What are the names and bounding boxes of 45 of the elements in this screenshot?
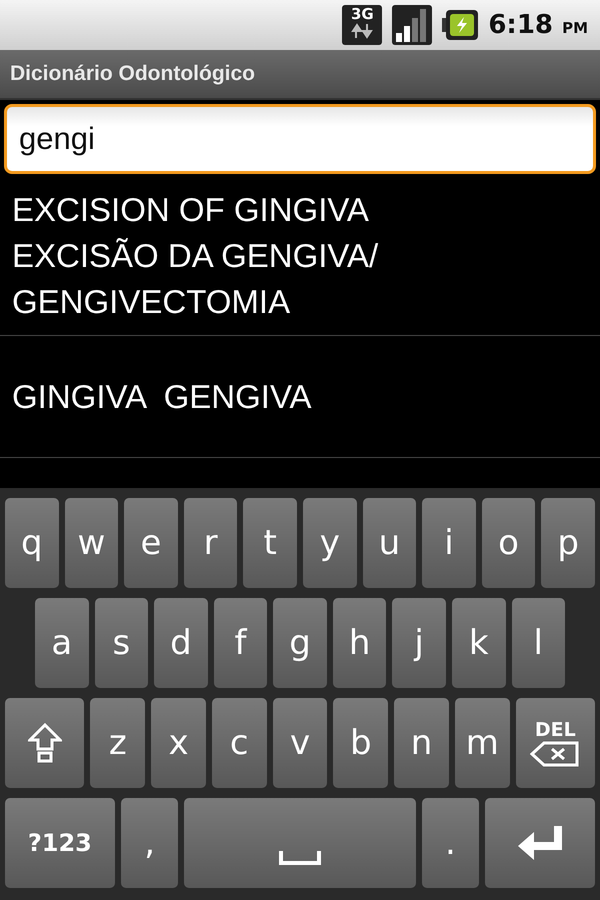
- key[interactable]: ,: [120, 798, 178, 888]
- signal-icon: [392, 5, 432, 45]
- key[interactable]: c: [212, 698, 267, 788]
- shift-key[interactable]: [5, 698, 84, 788]
- key[interactable]: g: [273, 598, 327, 688]
- key-label: DEL: [534, 719, 576, 741]
- key[interactable]: t: [243, 498, 297, 588]
- shift-icon: [28, 723, 62, 763]
- battery-icon: [442, 10, 478, 40]
- backspace-icon: [530, 741, 580, 767]
- enter-key[interactable]: [485, 798, 595, 888]
- key[interactable]: n: [394, 698, 449, 788]
- key[interactable]: z: [90, 698, 146, 788]
- key[interactable]: r: [184, 498, 238, 588]
- key[interactable]: l: [512, 598, 566, 688]
- result-row[interactable]: EXCISION OF GINGIVA EXCISÃO DA GENGIVA/ GENGIVECTOMIA: [0, 176, 600, 336]
- key[interactable]: m: [454, 698, 510, 788]
- key[interactable]: e: [124, 498, 178, 588]
- space-icon: [278, 851, 321, 865]
- key[interactable]: b: [333, 698, 388, 788]
- key[interactable]: i: [422, 498, 476, 588]
- key[interactable]: u: [362, 498, 416, 588]
- key[interactable]: y: [302, 498, 357, 588]
- network-type-icon: 3G: [342, 5, 382, 45]
- key[interactable]: f: [214, 598, 268, 688]
- symbols-key[interactable]: ?123: [5, 798, 115, 888]
- key[interactable]: q: [5, 498, 59, 588]
- key[interactable]: j: [392, 598, 446, 688]
- search-field[interactable]: gengi: [4, 104, 596, 174]
- key[interactable]: h: [332, 598, 386, 688]
- key[interactable]: p: [541, 498, 595, 588]
- delete-key[interactable]: DEL: [516, 698, 596, 788]
- clock-time: 6:18 PM: [488, 10, 588, 40]
- key[interactable]: s: [94, 598, 148, 688]
- key[interactable]: k: [452, 598, 506, 688]
- key[interactable]: v: [272, 698, 328, 788]
- key[interactable]: a: [35, 598, 89, 688]
- app-title: Dicionário Odontológico: [10, 62, 255, 86]
- key[interactable]: w: [64, 498, 118, 588]
- key[interactable]: o: [482, 498, 536, 588]
- key[interactable]: x: [151, 698, 206, 788]
- key[interactable]: d: [154, 598, 208, 688]
- result-row[interactable]: GINGIVA GENGIVA: [0, 336, 600, 458]
- enter-icon: [516, 824, 564, 862]
- key[interactable]: .: [422, 798, 480, 888]
